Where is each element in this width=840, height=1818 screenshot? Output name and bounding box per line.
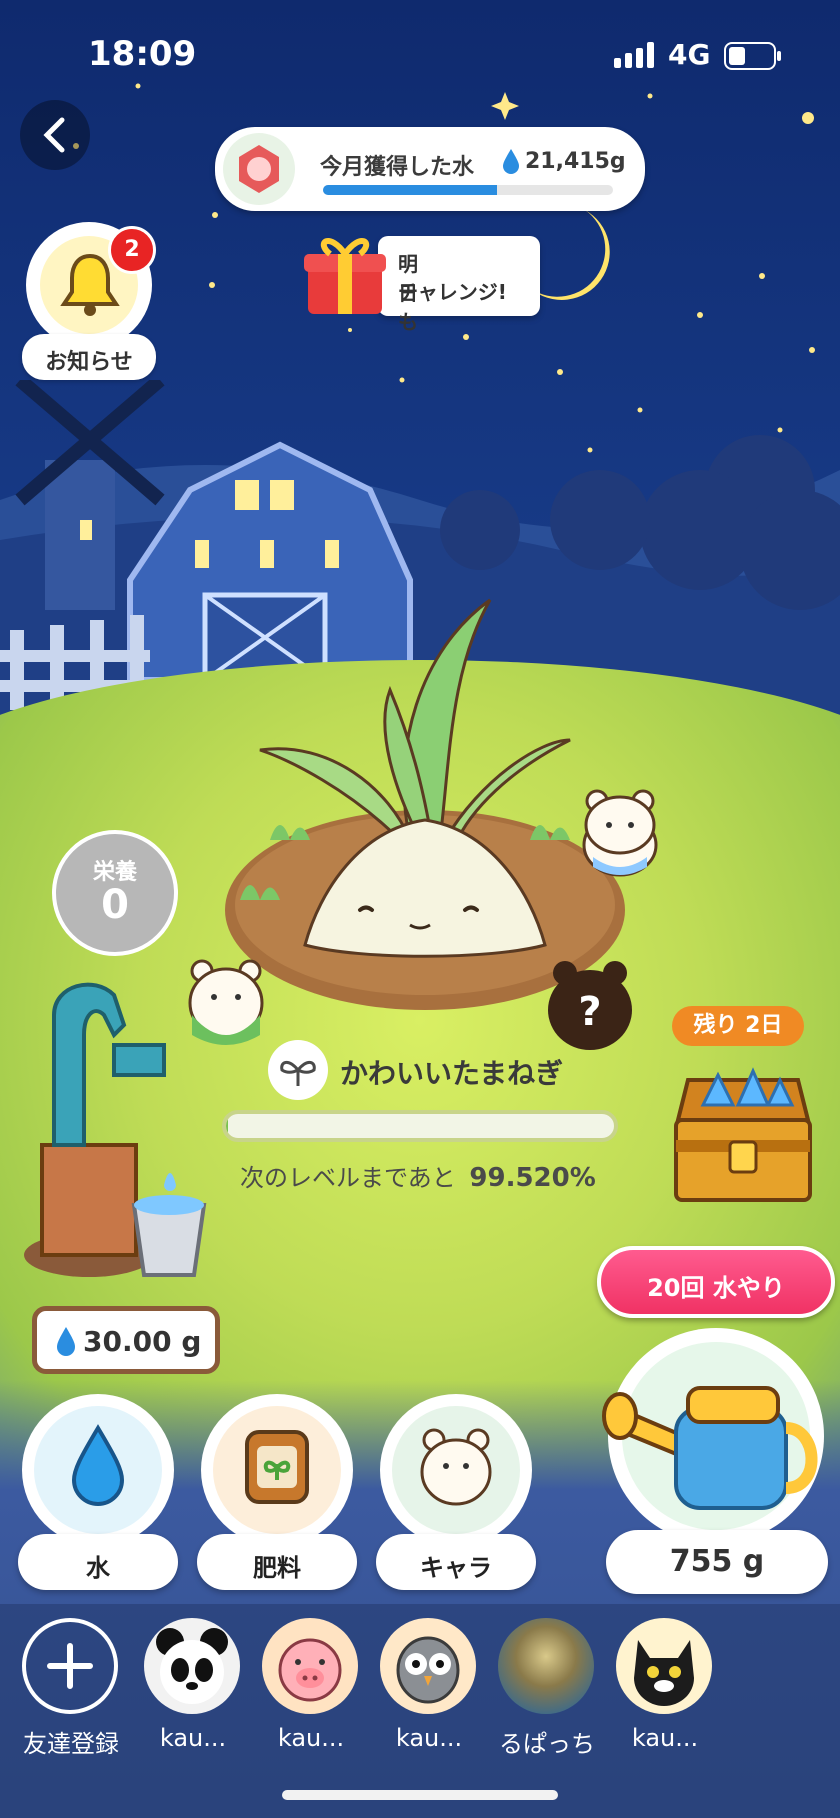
plant-name: かわいいたまねぎ xyxy=(340,1057,564,1090)
monthly-water-label: 今月獲得した水 xyxy=(320,155,475,180)
friend-item[interactable]: kau... xyxy=(610,1614,720,1764)
friend-name: るぱっち xyxy=(499,1730,595,1758)
repeat-watering-label: 20回 水やり xyxy=(647,1274,785,1302)
game-screen: 18:09 4G 今月獲得した水 21,415g 明日も チャレンジ! お知らせ… xyxy=(0,0,840,1818)
water-drop-icon xyxy=(57,1327,75,1356)
friend-item[interactable]: kau... xyxy=(374,1614,484,1764)
next-level-value: 99.520% xyxy=(469,1163,596,1193)
next-level-text: 次のレベルまであと 99.520% xyxy=(240,1158,596,1193)
watering-can-icon xyxy=(602,1386,818,1510)
next-level-label: 次のレベルまであと xyxy=(240,1164,456,1192)
level-progress-fill xyxy=(226,1114,228,1138)
pump-water-amount: 30.00 g xyxy=(83,1325,202,1358)
nutrition-value: 0 xyxy=(101,882,129,928)
monthly-water-panel[interactable]: 今月獲得した水 21,415g xyxy=(215,127,645,211)
sprout-icon xyxy=(268,1040,328,1100)
friend-name: kau... xyxy=(159,1724,227,1752)
plus-icon xyxy=(47,1643,93,1689)
fertilizer-action-label: 肥料 xyxy=(253,1554,301,1582)
treasure-remaining-badge: 残り 2日 xyxy=(672,1006,804,1046)
nutrition-indicator: 栄養 0 xyxy=(52,830,178,956)
water-drop-icon xyxy=(71,1424,125,1506)
friend-name: kau... xyxy=(395,1724,463,1752)
notification-button[interactable]: お知らせ 2 xyxy=(22,222,156,392)
add-friend-label: 友達登録 xyxy=(23,1730,119,1758)
gift-icon xyxy=(304,238,386,314)
hamster-icon xyxy=(420,1428,492,1506)
status-time: 18:09 xyxy=(88,34,197,74)
home-indicator xyxy=(282,1790,558,1800)
fertilizer-action-button[interactable]: 肥料 xyxy=(197,1394,357,1594)
pump-water-amount-panel: 30.00 g xyxy=(32,1306,220,1374)
svg-text:?: ? xyxy=(578,989,601,1035)
photo-avatar xyxy=(498,1618,594,1714)
friend-name: kau... xyxy=(277,1724,345,1752)
water-pump[interactable] xyxy=(14,975,224,1295)
notification-label: お知らせ xyxy=(45,350,133,375)
network-label: 4G xyxy=(668,38,711,71)
back-button[interactable] xyxy=(20,100,90,170)
signal-icon xyxy=(614,42,658,68)
hamster-character[interactable] xyxy=(575,785,665,880)
friend-item[interactable]: るぱっち xyxy=(492,1614,602,1764)
monthly-water-value: 21,415g xyxy=(525,149,626,174)
water-action-label: 水 xyxy=(86,1554,110,1582)
mystery-character-icon[interactable]: ? xyxy=(540,955,640,1055)
add-friend-button[interactable]: 友達登録 xyxy=(16,1614,126,1764)
character-action-button[interactable]: キャラ xyxy=(376,1394,536,1594)
battery-icon xyxy=(724,42,784,74)
badge-icon xyxy=(223,133,295,205)
water-action-button[interactable]: 水 xyxy=(18,1394,178,1594)
treasure-chest-icon[interactable] xyxy=(668,1050,818,1220)
friend-item[interactable]: kau... xyxy=(256,1614,366,1764)
friend-item[interactable]: kau... xyxy=(138,1614,248,1764)
cat-avatar-icon xyxy=(634,1640,694,1706)
bonus-label-2: チャレンジ! xyxy=(398,280,507,304)
water-drop-icon xyxy=(501,147,521,179)
character-action-label: キャラ xyxy=(420,1554,492,1582)
friend-name: kau... xyxy=(631,1724,699,1752)
watering-amount: 755 g xyxy=(669,1544,765,1579)
chevron-left-icon xyxy=(43,117,65,153)
watering-can-button[interactable] xyxy=(602,1328,824,1544)
monthly-water-progress xyxy=(323,185,613,195)
panda-avatar-icon xyxy=(156,1628,228,1704)
repeat-watering-button[interactable]: 20回 水やり xyxy=(597,1246,835,1318)
pig-avatar-icon xyxy=(278,1638,342,1702)
notification-badge: 2 xyxy=(108,226,156,274)
fertilizer-bag-icon xyxy=(245,1430,309,1504)
level-progress-bar xyxy=(222,1110,618,1142)
owl-avatar-icon xyxy=(396,1636,460,1704)
monthly-water-progress-fill xyxy=(323,185,497,195)
watering-amount-pill: 755 g xyxy=(606,1530,828,1594)
